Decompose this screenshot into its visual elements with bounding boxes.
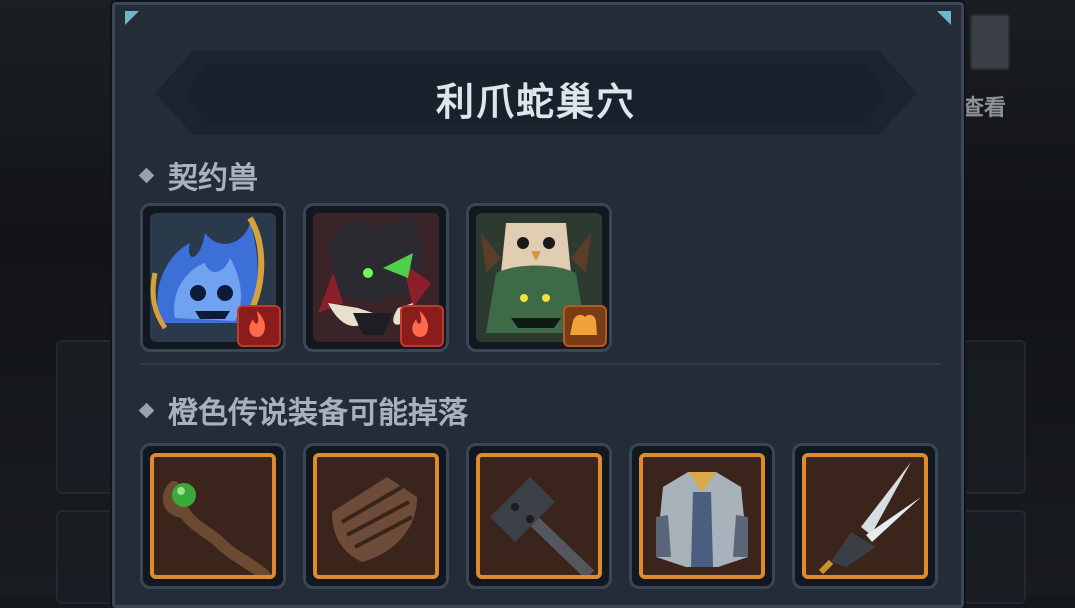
section-divider (141, 363, 941, 365)
pet-slot-forest-owl-totem[interactable] (466, 203, 612, 352)
loot-slot-feather-dagger[interactable] (792, 443, 938, 589)
pets-section-heading: 契约兽 (138, 153, 258, 197)
background-left (0, 0, 120, 604)
earth-icon (563, 305, 607, 347)
green-orb-staff-icon (150, 453, 276, 579)
background-tile (56, 340, 120, 494)
loot-slot-wrapped-bracer[interactable] (303, 443, 449, 589)
loot-slot-gold-trim-robe[interactable] (629, 443, 775, 589)
view-button[interactable]: 查看 (962, 14, 1022, 121)
loot-heading-text: 橙色传说装备可能掉落 (168, 396, 468, 431)
pet-slot-dark-horned-beast[interactable] (303, 203, 449, 352)
document-icon (970, 14, 1010, 70)
feather-dagger-icon (802, 453, 928, 579)
dungeon-title: 利爪蛇巢穴 (435, 80, 636, 124)
loot-slot-iron-hammer[interactable] (466, 443, 612, 589)
diamond-bullet-icon (138, 402, 155, 418)
loot-section-heading: 橙色传说装备可能掉落 (138, 388, 468, 432)
gold-trim-robe-icon (639, 453, 765, 579)
iron-hammer-icon (476, 453, 602, 579)
loot-slot-green-orb-staff[interactable] (140, 443, 286, 589)
wrapped-bracer-icon (313, 453, 439, 579)
fire-icon (400, 305, 444, 347)
pets-heading-text: 契约兽 (168, 161, 258, 196)
background-tile (56, 510, 120, 604)
corner-ornament (125, 11, 139, 25)
background-tile (962, 510, 1026, 604)
fire-icon (237, 305, 281, 347)
background-tile (962, 340, 1026, 494)
diamond-bullet-icon (138, 167, 155, 183)
view-button-label: 查看 (962, 96, 1007, 121)
corner-ornament (937, 11, 951, 25)
dungeon-info-panel: 利爪蛇巢穴 契约兽 橙色传说装备可能掉落 (112, 2, 964, 608)
pet-slot-blue-flame-spirit[interactable] (140, 203, 286, 352)
title-banner: 利爪蛇巢穴 (155, 51, 917, 135)
